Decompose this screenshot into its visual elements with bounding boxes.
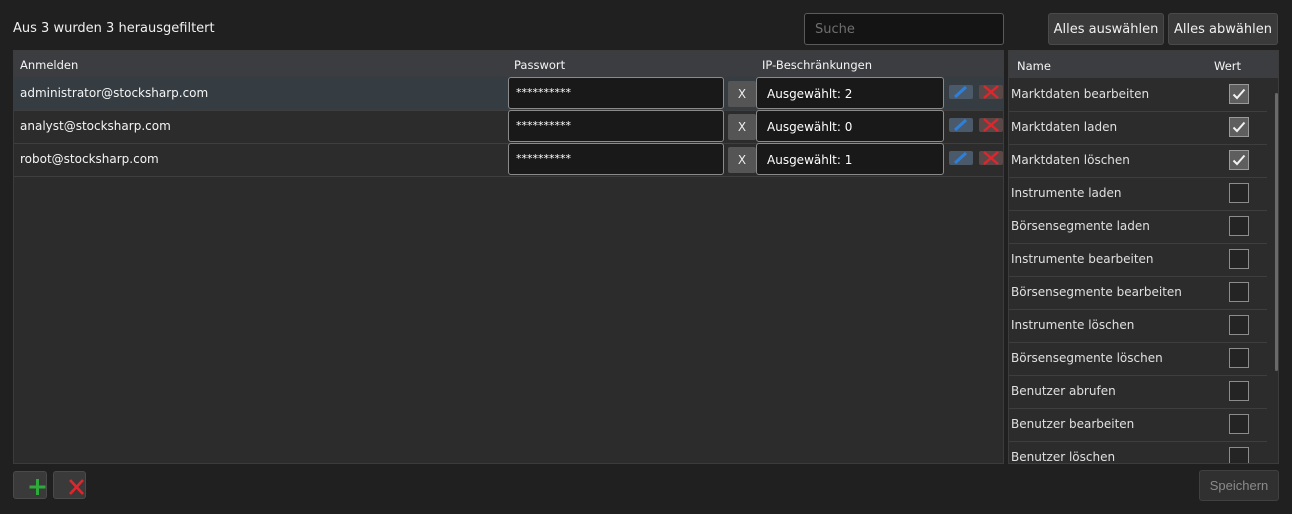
permissions-table: Name Wert Marktdaten bearbeiten Marktdate…	[1008, 50, 1279, 464]
clear-password-button[interactable]: X	[728, 81, 756, 107]
permission-name: Benutzer löschen	[1011, 450, 1116, 464]
permission-checkbox[interactable]	[1229, 117, 1249, 137]
check-icon	[1232, 154, 1246, 166]
x-icon	[983, 118, 999, 132]
permission-row: Instrumente löschen	[1009, 309, 1267, 343]
permission-checkbox[interactable]	[1229, 282, 1249, 302]
permission-checkbox[interactable]	[1229, 381, 1249, 401]
user-login: analyst@stocksharp.com	[20, 119, 171, 133]
permission-checkbox[interactable]	[1229, 348, 1249, 368]
pencil-icon	[953, 85, 968, 99]
user-login: administrator@stocksharp.com	[20, 86, 209, 100]
column-header-name[interactable]: Name	[1017, 59, 1051, 73]
delete-ip-button[interactable]	[979, 118, 1003, 132]
permission-checkbox[interactable]	[1229, 84, 1249, 104]
pencil-icon	[953, 151, 968, 165]
user-row[interactable]: robot@stocksharp.com ********** X Ausgewähl…	[14, 143, 1003, 177]
permission-checkbox[interactable]	[1229, 447, 1249, 463]
permission-checkbox[interactable]	[1229, 183, 1249, 203]
permission-name: Marktdaten laden	[1011, 120, 1118, 134]
add-user-button[interactable]	[13, 471, 47, 499]
clear-password-button[interactable]: X	[728, 114, 756, 140]
permission-name: Marktdaten löschen	[1011, 153, 1130, 167]
password-field[interactable]: **********	[508, 143, 724, 175]
permission-name: Marktdaten bearbeiten	[1011, 87, 1150, 101]
check-icon	[1232, 121, 1246, 133]
permission-row: Benutzer löschen	[1009, 441, 1267, 464]
deselect-all-button[interactable]: Alles abwählen	[1168, 13, 1278, 45]
permission-name: Börsensegmente laden	[1011, 219, 1150, 233]
permission-row: Börsensegmente löschen	[1009, 342, 1267, 376]
permission-name: Benutzer bearbeiten	[1011, 417, 1135, 431]
column-header-login[interactable]: Anmelden	[20, 58, 78, 72]
column-header-password[interactable]: Passwort	[514, 58, 565, 72]
users-table: Anmelden Passwort IP-Beschränkungen admi…	[13, 50, 1004, 464]
permission-checkbox[interactable]	[1229, 216, 1249, 236]
x-icon	[983, 85, 999, 99]
clear-password-button[interactable]: X	[728, 147, 756, 173]
permission-row: Instrumente laden	[1009, 177, 1267, 211]
permission-checkbox[interactable]	[1229, 315, 1249, 335]
permission-row: Marktdaten bearbeiten	[1009, 78, 1267, 112]
permission-name: Instrumente löschen	[1011, 318, 1135, 332]
edit-ip-button[interactable]	[949, 85, 973, 99]
permission-checkbox[interactable]	[1229, 150, 1249, 170]
user-row[interactable]: administrator@stocksharp.com ********** X A…	[14, 77, 1003, 111]
pencil-icon	[953, 118, 968, 132]
permissions-table-header: Name Wert	[1009, 51, 1278, 78]
ip-restrictions-field[interactable]: Ausgewählt: 2	[756, 77, 944, 109]
permission-name: Börsensegmente bearbeiten	[1011, 285, 1182, 299]
permissions-scrollbar[interactable]	[1275, 93, 1278, 371]
permission-row: Instrumente bearbeiten	[1009, 243, 1267, 277]
permission-checkbox[interactable]	[1229, 414, 1249, 434]
x-icon	[983, 151, 999, 165]
delete-ip-button[interactable]	[979, 151, 1003, 165]
users-table-header: Anmelden Passwort IP-Beschränkungen	[14, 51, 1003, 77]
permission-name: Benutzer abrufen	[1011, 384, 1116, 398]
permission-row: Börsensegmente laden	[1009, 210, 1267, 244]
permission-row: Börsensegmente bearbeiten	[1009, 276, 1267, 310]
edit-ip-button[interactable]	[949, 118, 973, 132]
select-all-button[interactable]: Alles auswählen	[1048, 13, 1164, 45]
password-field[interactable]: **********	[508, 77, 724, 109]
permission-name: Instrumente laden	[1011, 186, 1122, 200]
plus-icon	[29, 479, 46, 495]
password-field[interactable]: **********	[508, 110, 724, 142]
delete-ip-button[interactable]	[979, 85, 1003, 99]
ip-restrictions-field[interactable]: Ausgewählt: 1	[756, 143, 944, 175]
permission-row: Benutzer bearbeiten	[1009, 408, 1267, 442]
edit-ip-button[interactable]	[949, 151, 973, 165]
column-header-ip-restrictions[interactable]: IP-Beschränkungen	[762, 58, 872, 72]
save-button[interactable]: Speichern	[1199, 470, 1279, 501]
filter-status-text: Aus 3 wurden 3 herausgefiltert	[13, 21, 215, 36]
user-login: robot@stocksharp.com	[20, 152, 159, 166]
permission-row: Marktdaten laden	[1009, 111, 1267, 145]
permission-name: Instrumente bearbeiten	[1011, 252, 1154, 266]
remove-user-button[interactable]	[53, 471, 86, 499]
ip-restrictions-field[interactable]: Ausgewählt: 0	[756, 110, 944, 142]
permission-row: Marktdaten löschen	[1009, 144, 1267, 178]
check-icon	[1232, 88, 1246, 100]
permission-checkbox[interactable]	[1229, 249, 1249, 269]
search-input[interactable]	[804, 13, 1004, 45]
permission-row: Benutzer abrufen	[1009, 375, 1267, 409]
column-header-value[interactable]: Wert	[1214, 59, 1241, 73]
user-row[interactable]: analyst@stocksharp.com ********** X Ausgewä…	[14, 110, 1003, 144]
x-icon	[69, 479, 84, 495]
permission-name: Börsensegmente löschen	[1011, 351, 1163, 365]
